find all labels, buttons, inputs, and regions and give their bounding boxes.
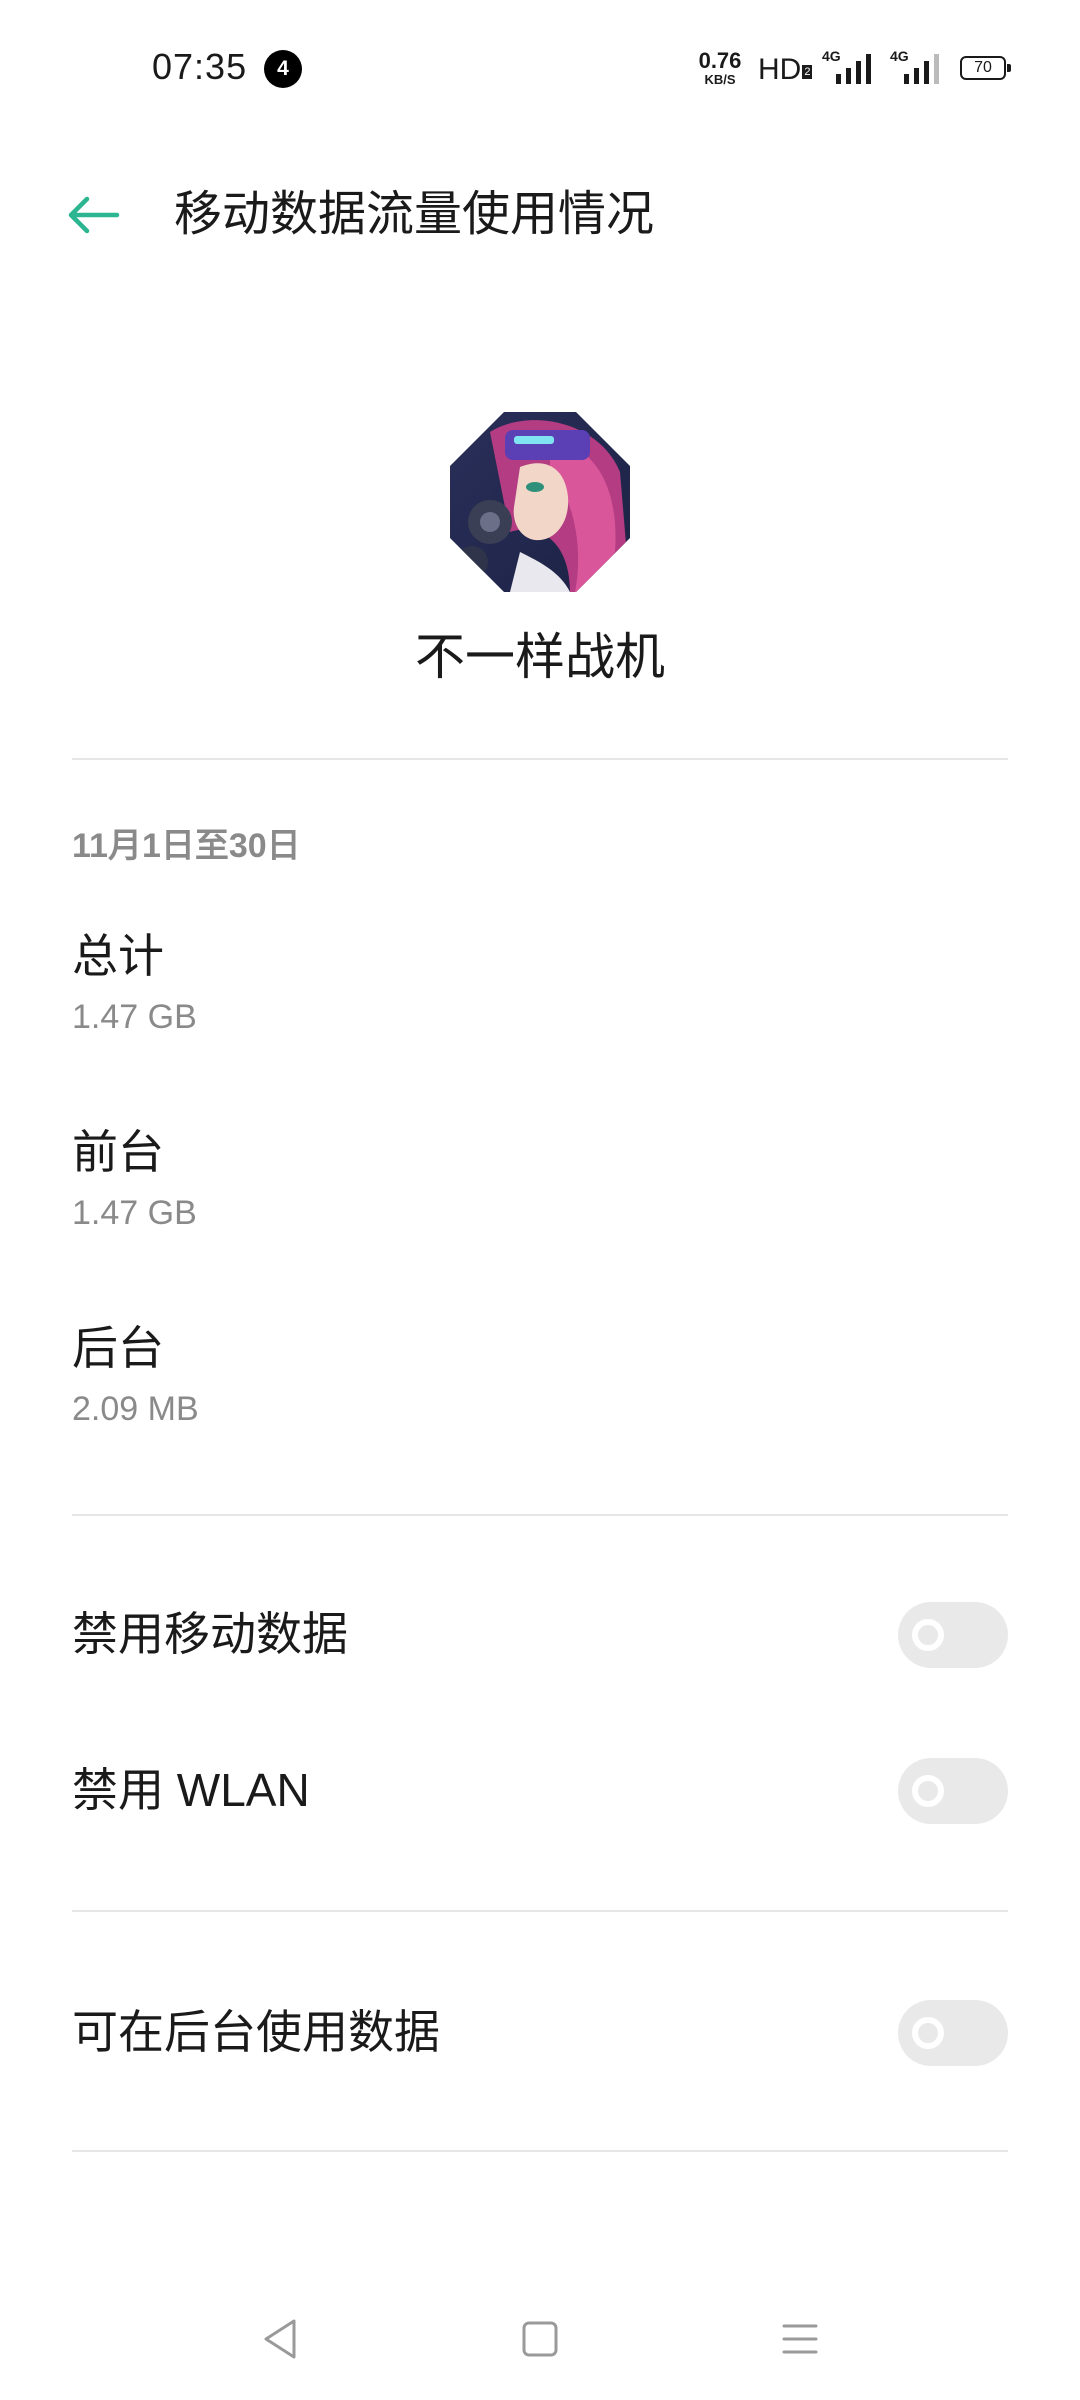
toggle-label: 可在后台使用数据 (72, 2006, 440, 2058)
divider (72, 758, 1008, 760)
navigation-bar (0, 2280, 1080, 2400)
square-home-icon (522, 2321, 558, 2357)
signal-strength-sim1-icon: 4G (822, 48, 884, 88)
battery-icon: 70 (960, 56, 1011, 80)
network-speed-unit: KB/S (704, 72, 736, 87)
status-time: 07:35 (152, 46, 248, 87)
switch-knob (912, 2017, 944, 2049)
triangle-back-icon (264, 2319, 296, 2359)
toggle-row-disable-wlan[interactable]: 禁用 WLAN (72, 1736, 1008, 1846)
page-title: 移动数据流量使用情况 (174, 188, 655, 241)
disable-wlan-switch[interactable] (898, 1758, 1008, 1824)
app-name: 不一样战机 (415, 629, 665, 685)
nav-menu-button[interactable] (765, 2304, 835, 2374)
usage-background-value: 2.09 MB (72, 1390, 199, 1428)
network-speed-value: 0.76 (698, 48, 742, 73)
network-speed: 0.76 KB/S (692, 48, 748, 88)
divider (72, 1910, 1008, 1912)
usage-foreground-title: 前台 (72, 1126, 164, 1178)
usage-background-title: 后台 (72, 1322, 164, 1374)
usage-foreground: 前台 1.47 GB (72, 1120, 197, 1238)
back-button[interactable] (58, 180, 128, 250)
toggle-label: 禁用 WLAN (72, 1764, 310, 1816)
usage-background: 后台 2.09 MB (72, 1316, 199, 1434)
battery-level: 70 (974, 59, 992, 76)
arrow-left-icon (68, 196, 120, 234)
toggle-label: 禁用移动数据 (72, 1608, 348, 1660)
usage-foreground-value: 1.47 GB (72, 1194, 197, 1232)
hd-label: HD (758, 53, 802, 86)
usage-period-label: 11月1日至30日 (72, 827, 301, 865)
toggle-row-disable-mobile-data[interactable]: 禁用移动数据 (72, 1580, 1008, 1690)
status-bar: 07:35 4 0.76 KB/S HD 2 4G 4G 70 (0, 0, 1080, 140)
hamburger-menu-icon (782, 2324, 818, 2354)
divider (72, 2150, 1008, 2152)
signal-strength-sim2-icon: 4G (890, 48, 952, 88)
divider (72, 1514, 1008, 1516)
app-avatar-icon (450, 412, 630, 592)
toggle-row-background-data[interactable]: 可在后台使用数据 (72, 1978, 1008, 2088)
switch-knob (912, 1619, 944, 1651)
hd-voice-icon: HD 2 (758, 50, 813, 90)
switch-knob (912, 1775, 944, 1807)
hd-sub-label: 2 (802, 65, 813, 79)
nav-back-button[interactable] (245, 2304, 315, 2374)
usage-total-value: 1.47 GB (72, 998, 197, 1036)
notification-count-badge: 4 (264, 50, 302, 88)
background-data-switch[interactable] (898, 2000, 1008, 2066)
disable-mobile-data-switch[interactable] (898, 1602, 1008, 1668)
usage-total: 总计 1.47 GB (72, 924, 197, 1042)
usage-total-title: 总计 (72, 930, 164, 982)
nav-home-button[interactable] (505, 2304, 575, 2374)
